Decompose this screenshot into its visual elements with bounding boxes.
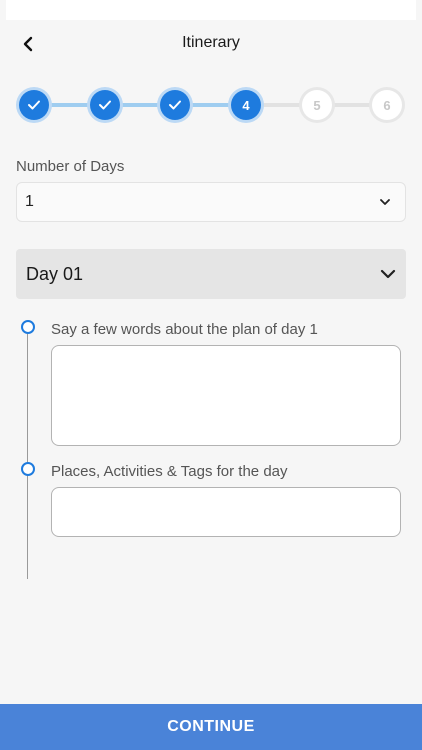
step-1-complete[interactable] <box>19 90 49 120</box>
page-title: Itinerary <box>182 34 240 51</box>
timeline-line <box>27 333 28 579</box>
step-5[interactable]: 5 <box>302 90 332 120</box>
number-of-days-select[interactable]: 1 <box>16 182 406 222</box>
app-header: Itinerary <box>0 20 422 66</box>
continue-button[interactable]: CONTINUE <box>0 704 422 750</box>
plan-label: Say a few words about the plan of day 1 <box>51 321 318 338</box>
timeline-dot <box>21 462 35 476</box>
number-of-days-label: Number of Days <box>16 158 125 175</box>
chevron-down-icon <box>380 199 390 205</box>
back-button[interactable] <box>14 30 42 58</box>
step-4-current[interactable]: 4 <box>231 90 261 120</box>
day-accordion-header[interactable]: Day 01 <box>16 249 406 299</box>
plan-textarea[interactable] <box>51 345 401 446</box>
number-of-days-value: 1 <box>25 193 34 210</box>
step-number: 5 <box>313 97 321 113</box>
chevron-down-icon <box>380 269 396 279</box>
step-6[interactable]: 6 <box>372 90 402 120</box>
step-2-complete[interactable] <box>90 90 120 120</box>
step-3-complete[interactable] <box>160 90 190 120</box>
step-number: 4 <box>242 97 250 113</box>
timeline-dot <box>21 320 35 334</box>
step-number: 6 <box>383 97 391 113</box>
day-title: Day 01 <box>26 263 84 284</box>
checkmark-icon <box>169 100 181 110</box>
places-label: Places, Activities & Tags for the day <box>51 463 288 480</box>
progress-stepper: 4 5 6 <box>19 88 403 122</box>
chevron-left-icon <box>23 36 33 52</box>
status-bar <box>6 0 416 20</box>
places-tags-input[interactable] <box>51 487 401 537</box>
checkmark-icon <box>28 100 40 110</box>
checkmark-icon <box>99 100 111 110</box>
